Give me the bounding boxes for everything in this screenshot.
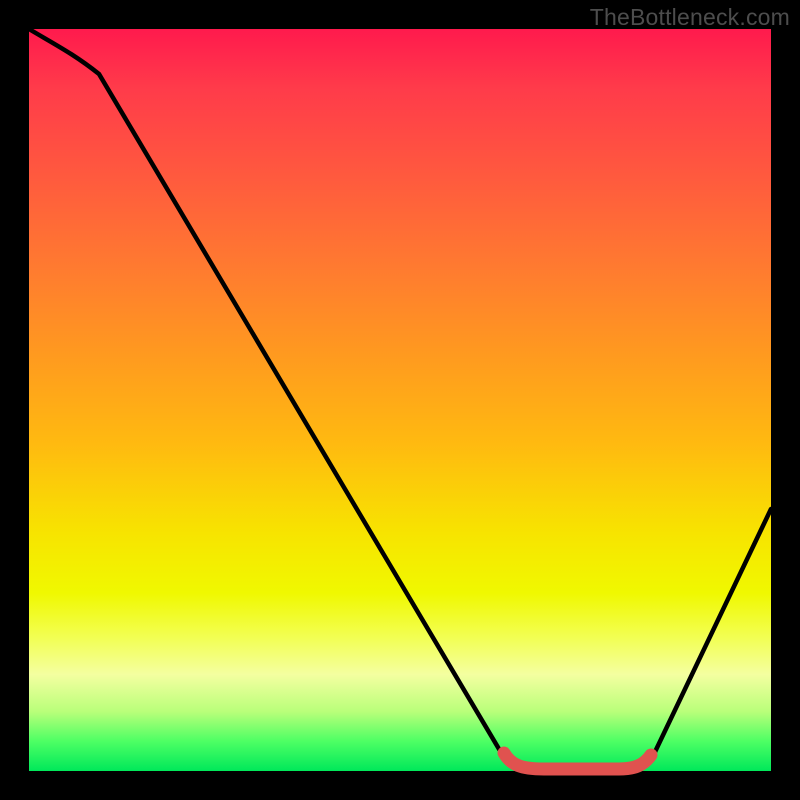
plot-area bbox=[29, 29, 771, 771]
curve-path bbox=[29, 29, 771, 771]
optimal-range-marker bbox=[504, 753, 651, 769]
chart-frame: TheBottleneck.com bbox=[0, 0, 800, 800]
bottleneck-curve bbox=[29, 29, 771, 771]
watermark-text: TheBottleneck.com bbox=[590, 4, 790, 31]
